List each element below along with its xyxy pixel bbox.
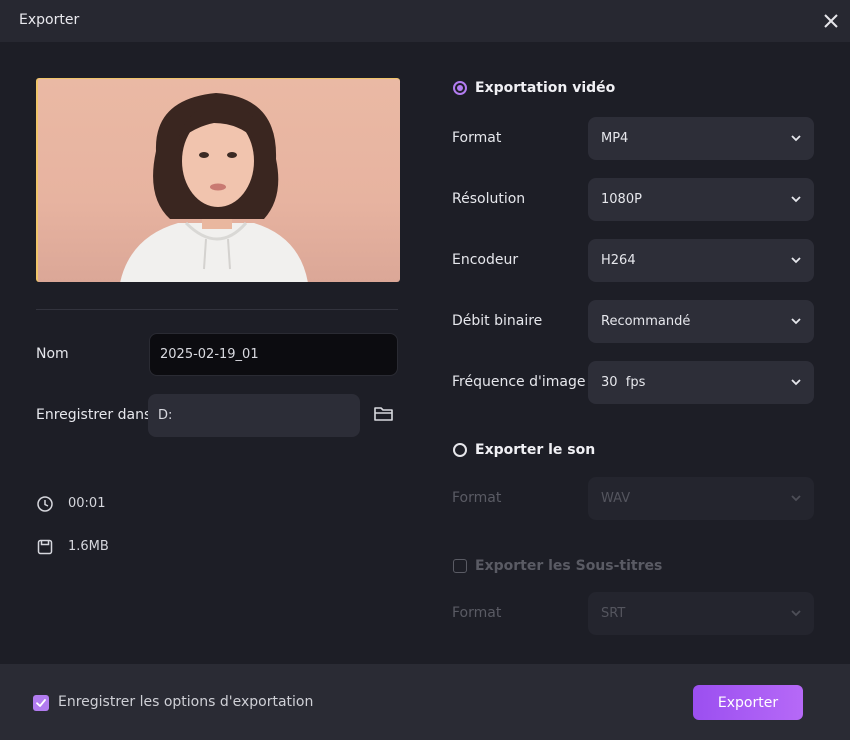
bitrate-value: Recommandé <box>601 314 691 329</box>
video-export-radio[interactable] <box>453 81 467 95</box>
encoder-value: H264 <box>601 253 636 268</box>
chevron-down-icon <box>791 610 801 617</box>
format-value: MP4 <box>601 131 629 146</box>
resolution-select[interactable]: 1080P <box>588 178 814 221</box>
close-icon[interactable] <box>820 10 842 32</box>
save-disk-icon <box>37 539 53 555</box>
export-button[interactable]: Exporter <box>693 685 803 720</box>
audio-format-value: WAV <box>601 491 631 506</box>
framerate-label: Fréquence d'image <box>452 374 586 390</box>
audio-format-select[interactable]: WAV <box>588 477 814 520</box>
framerate-value: 30 fps <box>601 375 646 390</box>
encoder-label: Encodeur <box>452 252 519 268</box>
remember-options-checkbox[interactable] <box>33 695 49 711</box>
framerate-select[interactable]: 30 fps <box>588 361 814 404</box>
name-label: Nom <box>36 346 69 362</box>
format-label: Format <box>452 130 502 146</box>
remember-options-label: Enregistrer les options d'exportation <box>58 694 314 710</box>
audio-format-label: Format <box>452 490 502 506</box>
name-input[interactable]: 2025-02-19_01 <box>149 333 398 376</box>
save-location-label: Enregistrer dans <box>36 407 152 423</box>
chevron-down-icon <box>791 257 801 264</box>
dialog-title: Exporter <box>19 12 80 28</box>
resolution-label: Résolution <box>452 191 526 207</box>
subtitles-checkbox[interactable] <box>453 559 467 573</box>
subtitles-heading: Exporter les Sous-titres <box>475 558 663 574</box>
bitrate-label: Débit binaire <box>452 313 543 329</box>
format-select[interactable]: MP4 <box>588 117 814 160</box>
title-bar <box>0 0 850 42</box>
chevron-down-icon <box>791 196 801 203</box>
audio-export-heading: Exporter le son <box>475 442 596 458</box>
subtitle-format-label: Format <box>452 605 502 621</box>
resolution-value: 1080P <box>601 192 642 207</box>
chevron-down-icon <box>791 318 801 325</box>
subtitle-format-value: SRT <box>601 606 626 621</box>
video-preview <box>36 78 400 282</box>
chevron-down-icon <box>791 135 801 142</box>
video-export-heading: Exportation vidéo <box>475 80 616 96</box>
file-size-value: 1.6MB <box>68 539 109 554</box>
preview-portrait-image <box>120 93 308 282</box>
bitrate-select[interactable]: Recommandé <box>588 300 814 343</box>
preview-divider <box>36 309 398 310</box>
duration-value: 00:01 <box>68 496 106 511</box>
save-location-input[interactable]: D: <box>148 394 360 437</box>
chevron-down-icon <box>791 379 801 386</box>
folder-icon[interactable] <box>373 405 394 423</box>
chevron-down-icon <box>791 495 801 502</box>
subtitle-format-select[interactable]: SRT <box>588 592 814 635</box>
clock-icon <box>37 496 53 512</box>
audio-export-radio[interactable] <box>453 443 467 457</box>
encoder-select[interactable]: H264 <box>588 239 814 282</box>
